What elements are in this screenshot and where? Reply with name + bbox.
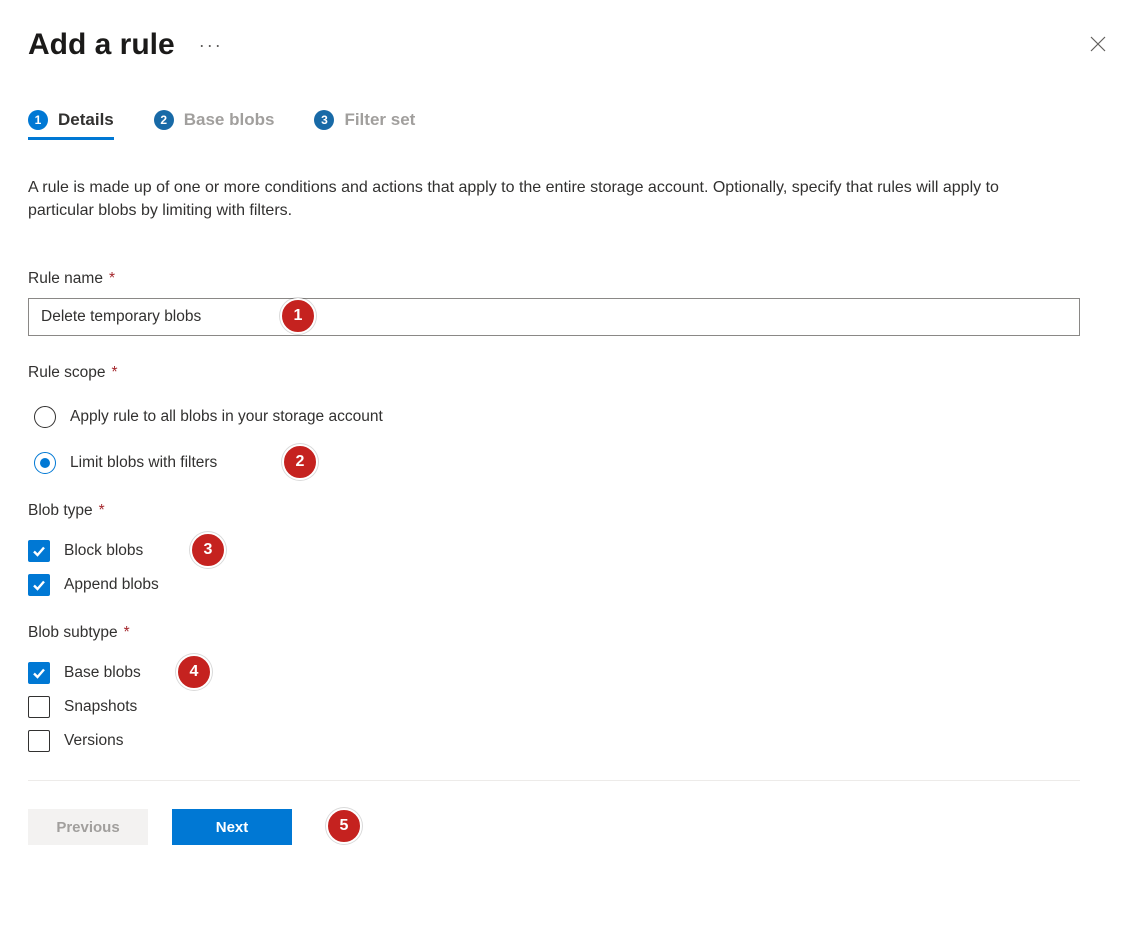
annotation-callout-4: 4 xyxy=(176,654,212,690)
checkbox-append-blobs[interactable] xyxy=(28,574,50,596)
checkbox-block-blobs[interactable] xyxy=(28,540,50,562)
checkbox-snapshots[interactable] xyxy=(28,696,50,718)
more-icon[interactable]: ··· xyxy=(199,36,223,54)
annotation-callout-2: 2 xyxy=(282,444,318,480)
wizard-stepper: 1 Details 2 Base blobs 3 Filter set xyxy=(28,110,1113,140)
checkbox-versions-label: Versions xyxy=(64,732,123,750)
step-base-blobs[interactable]: 2 Base blobs xyxy=(154,110,275,140)
radio-limit-filters[interactable] xyxy=(34,452,56,474)
close-button[interactable] xyxy=(1083,29,1113,62)
checkbox-append-blobs-label: Append blobs xyxy=(64,576,159,594)
rule-description-text: A rule is made up of one or more conditi… xyxy=(28,176,1068,222)
step-badge-2: 2 xyxy=(154,110,174,130)
radio-limit-filters-label: Limit blobs with filters xyxy=(70,454,217,472)
blob-type-label: Blob type * xyxy=(28,502,1113,520)
checkbox-block-blobs-label: Block blobs xyxy=(64,542,143,560)
required-asterisk: * xyxy=(112,364,118,382)
step-label-filter-set: Filter set xyxy=(344,110,415,130)
rule-name-label: Rule name * xyxy=(28,270,1113,288)
annotation-callout-5: 5 xyxy=(326,808,362,844)
step-filter-set[interactable]: 3 Filter set xyxy=(314,110,415,140)
step-label-details: Details xyxy=(58,110,114,130)
blob-subtype-label: Blob subtype * xyxy=(28,624,1113,642)
footer-divider xyxy=(28,780,1080,781)
radio-apply-all[interactable] xyxy=(34,406,56,428)
page-title: Add a rule xyxy=(28,28,175,62)
annotation-callout-3: 3 xyxy=(190,532,226,568)
required-asterisk: * xyxy=(99,502,105,520)
rule-name-label-text: Rule name xyxy=(28,270,103,288)
checkbox-versions[interactable] xyxy=(28,730,50,752)
next-button[interactable]: Next xyxy=(172,809,292,845)
previous-button[interactable]: Previous xyxy=(28,809,148,845)
blob-subtype-label-text: Blob subtype xyxy=(28,624,118,642)
radio-apply-all-label: Apply rule to all blobs in your storage … xyxy=(70,408,383,426)
rule-name-input[interactable] xyxy=(28,298,1080,336)
checkbox-snapshots-label: Snapshots xyxy=(64,698,137,716)
step-label-base-blobs: Base blobs xyxy=(184,110,275,130)
checkbox-base-blobs-label: Base blobs xyxy=(64,664,141,682)
blob-type-label-text: Blob type xyxy=(28,502,93,520)
checkbox-base-blobs[interactable] xyxy=(28,662,50,684)
step-details[interactable]: 1 Details xyxy=(28,110,114,140)
step-badge-1: 1 xyxy=(28,110,48,130)
rule-scope-label-text: Rule scope xyxy=(28,364,106,382)
required-asterisk: * xyxy=(124,624,130,642)
step-badge-3: 3 xyxy=(314,110,334,130)
rule-scope-label: Rule scope * xyxy=(28,364,1113,382)
required-asterisk: * xyxy=(109,270,115,288)
close-icon xyxy=(1089,41,1107,56)
